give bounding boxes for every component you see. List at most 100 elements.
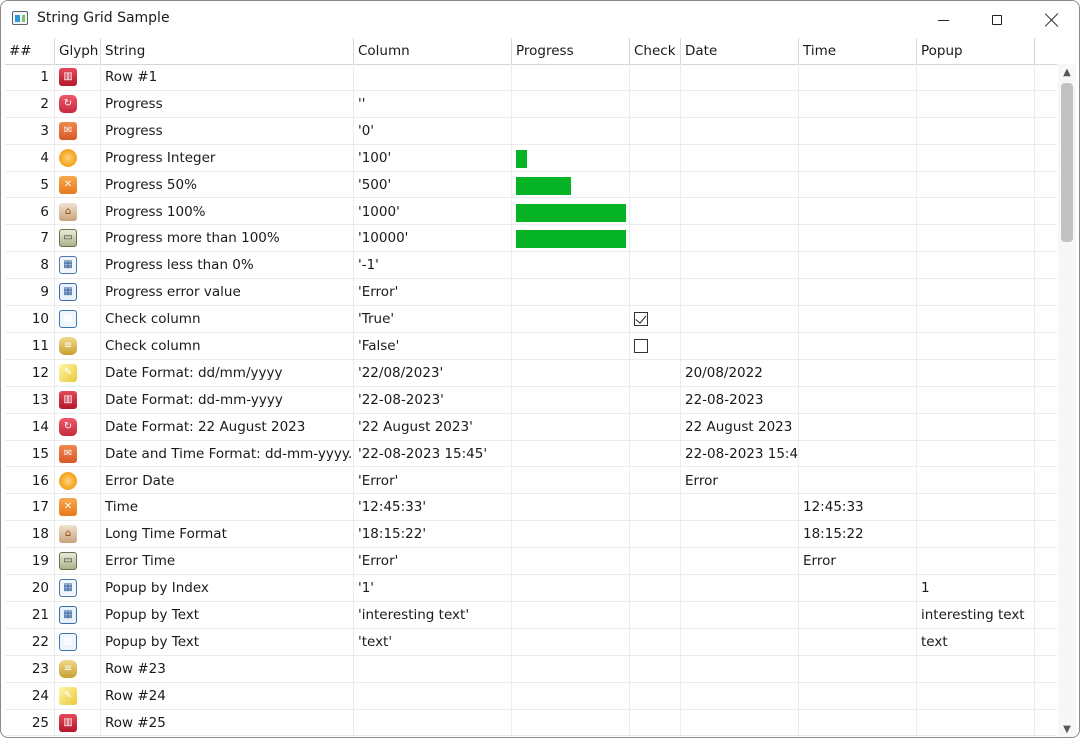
cell-check[interactable] xyxy=(630,171,681,198)
cell-date[interactable] xyxy=(681,709,799,736)
cell-popup[interactable] xyxy=(917,64,1035,90)
cell-column[interactable]: '100' xyxy=(354,144,512,171)
cell-column[interactable]: 'False' xyxy=(354,333,512,359)
cell-column[interactable] xyxy=(354,64,512,90)
cell-check[interactable] xyxy=(630,359,681,386)
cell-popup[interactable] xyxy=(917,386,1035,413)
cell-date[interactable] xyxy=(681,171,799,198)
table-row[interactable]: 23 ≡ Row #23 xyxy=(5,655,1057,683)
cell-glyph[interactable]: ✉ xyxy=(55,117,101,144)
table-row[interactable]: 19 ▭ Error Time 'Error' Error xyxy=(5,548,1057,576)
cell-glyph[interactable]: ▦ xyxy=(55,628,101,655)
cell-check[interactable] xyxy=(630,198,681,225)
cell-date[interactable] xyxy=(681,575,799,601)
cell-time[interactable] xyxy=(799,413,917,440)
cell-time[interactable] xyxy=(799,440,917,467)
cell-glyph[interactable]: ▦ xyxy=(55,602,101,628)
cell-time[interactable] xyxy=(799,386,917,413)
cell-time[interactable] xyxy=(799,467,917,494)
cell-popup[interactable]: 1 xyxy=(917,575,1035,601)
cell-date[interactable]: Error xyxy=(681,467,799,494)
cell-date[interactable] xyxy=(681,602,799,628)
cell-popup[interactable] xyxy=(917,252,1035,279)
cell-popup[interactable] xyxy=(917,225,1035,252)
cell-time[interactable] xyxy=(799,117,917,144)
cell-column[interactable]: '22/08/2023' xyxy=(354,359,512,386)
cell-check[interactable] xyxy=(630,413,681,440)
cell-popup[interactable]: interesting text xyxy=(917,602,1035,628)
cell-glyph[interactable]: ✉ xyxy=(55,440,101,467)
cell-glyph[interactable]: ✕ xyxy=(55,494,101,521)
cell-string[interactable]: Time xyxy=(101,494,354,521)
cell-progress[interactable] xyxy=(512,333,630,359)
cell-glyph[interactable]: ▦ xyxy=(55,306,101,332)
cell-popup[interactable] xyxy=(917,198,1035,225)
table-row[interactable]: 17 ✕ Time '12:45:33' 12:45:33 xyxy=(5,494,1057,522)
cell-glyph[interactable]: ⌂ xyxy=(55,198,101,225)
cell-string[interactable]: Progress Integer xyxy=(101,144,354,171)
cell-string[interactable]: Row #24 xyxy=(101,682,354,709)
table-row[interactable]: 3 ✉ Progress '0' xyxy=(5,117,1057,145)
cell-date[interactable] xyxy=(681,682,799,709)
maximize-button[interactable] xyxy=(974,1,1020,38)
table-row[interactable]: 22 ▦ Popup by Text'text' text xyxy=(5,628,1057,656)
table-row[interactable]: 8 ▦ Progress less than 0% '-1' xyxy=(5,252,1057,280)
table-row[interactable]: 4 Progress Integer '100' xyxy=(5,144,1057,172)
table-row[interactable]: 12 ✎ Date Format: dd/mm/yyyy '22/08/2023' 20… xyxy=(5,359,1057,387)
table-row[interactable]: 20 ▦ Popup by Index '1' 1 xyxy=(5,575,1057,602)
cell-popup[interactable] xyxy=(917,171,1035,198)
cell-glyph[interactable]: ▭ xyxy=(55,548,101,575)
cell-glyph[interactable]: ≡ xyxy=(55,333,101,359)
cell-string[interactable]: Row #1 xyxy=(101,64,354,90)
cell-date[interactable] xyxy=(681,628,799,655)
cell-date[interactable]: 22-08-2023 xyxy=(681,386,799,413)
cell-check[interactable] xyxy=(630,117,681,144)
cell-column[interactable]: 'Error' xyxy=(354,279,512,306)
cell-progress[interactable] xyxy=(512,359,630,386)
cell-check[interactable] xyxy=(630,602,681,628)
cell-glyph[interactable]: ▭ xyxy=(55,225,101,252)
cell-check[interactable] xyxy=(630,306,681,332)
cell-column[interactable]: '10000' xyxy=(354,225,512,252)
cell-progress[interactable] xyxy=(512,682,630,709)
cell-string[interactable]: Row #23 xyxy=(101,655,354,682)
cell-date[interactable] xyxy=(681,333,799,359)
scroll-down-icon[interactable]: ▼ xyxy=(1058,721,1076,737)
cell-column[interactable]: '22 August 2023' xyxy=(354,413,512,440)
cell-string[interactable]: Progress more than 100% xyxy=(101,225,354,252)
cell-string[interactable]: Date and Time Format: dd-mm-yyyy... xyxy=(101,440,354,467)
cell-string[interactable]: Date Format: dd-mm-yyyy xyxy=(101,386,354,413)
cell-time[interactable] xyxy=(799,682,917,709)
cell-glyph[interactable] xyxy=(55,144,101,171)
cell-progress[interactable] xyxy=(512,90,630,117)
cell-popup[interactable] xyxy=(917,359,1035,386)
cell-date[interactable]: 22 August 2023 xyxy=(681,413,799,440)
cell-string[interactable]: Row #25 xyxy=(101,709,354,736)
cell-check[interactable] xyxy=(630,279,681,306)
cell-time[interactable] xyxy=(799,602,917,628)
cell-time[interactable] xyxy=(799,575,917,601)
table-row[interactable]: 21 ▦ Popup by Text'interesting text' intere… xyxy=(5,602,1057,629)
cell-progress[interactable] xyxy=(512,413,630,440)
header-time[interactable]: Time xyxy=(799,38,917,64)
cell-check[interactable] xyxy=(630,440,681,467)
cell-check[interactable] xyxy=(630,628,681,655)
cell-progress[interactable] xyxy=(512,494,630,521)
cell-progress[interactable] xyxy=(512,279,630,306)
cell-time[interactable] xyxy=(799,252,917,279)
table-row[interactable]: 1 ▥ Row #1 xyxy=(5,64,1057,91)
cell-column[interactable]: 'True' xyxy=(354,306,512,332)
cell-progress[interactable] xyxy=(512,602,630,628)
header-progress[interactable]: Progress xyxy=(512,38,630,64)
cell-check[interactable] xyxy=(630,90,681,117)
cell-time[interactable] xyxy=(799,171,917,198)
table-row[interactable]: 2 ↻ Progress '' xyxy=(5,90,1057,118)
cell-time[interactable] xyxy=(799,225,917,252)
table-row[interactable]: 10 ▦ Check column 'True' xyxy=(5,306,1057,333)
cell-check[interactable] xyxy=(630,709,681,736)
cell-column[interactable] xyxy=(354,655,512,682)
cell-check[interactable] xyxy=(630,682,681,709)
cell-string[interactable]: Popup by Text xyxy=(101,628,354,655)
table-row[interactable]: 16 Error Date 'Error' Error xyxy=(5,467,1057,495)
cell-time[interactable] xyxy=(799,709,917,736)
